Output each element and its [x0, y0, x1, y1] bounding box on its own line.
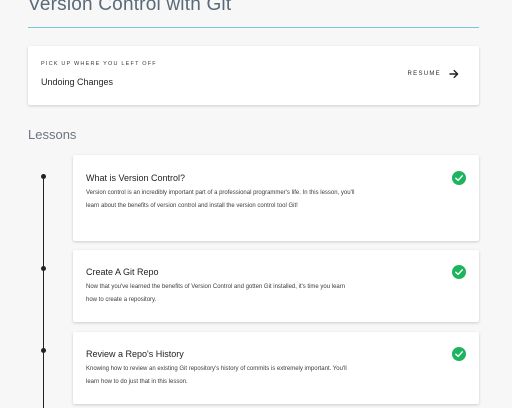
lesson-title: Create A Git Repo [86, 267, 159, 277]
check-circle-icon [452, 171, 466, 185]
lesson-card[interactable]: Create A Git Repo Now that you've learne… [73, 250, 479, 322]
lesson-title: Review a Repo's History [86, 349, 184, 359]
timeline-dot [41, 348, 46, 353]
timeline-line [43, 176, 44, 408]
lesson-description: Now that you've learned the benefits of … [86, 284, 346, 303]
timeline-dot [41, 174, 46, 179]
resume-button[interactable]: RESUME [408, 69, 459, 79]
resume-card: PICK UP WHERE YOU LEFT OFF Undoing Chang… [28, 46, 479, 105]
check-circle-icon [452, 265, 466, 279]
lesson-title: What is Version Control? [86, 173, 186, 183]
page-title: Version Control with Git [28, 0, 232, 15]
lesson-card[interactable]: Review a Repo's History Knowing how to r… [73, 332, 479, 404]
lesson-description: Version control is an incredibly importa… [86, 190, 355, 209]
resume-button-label: RESUME [407, 71, 441, 77]
title-divider [28, 27, 479, 28]
lesson-description: Knowing how to review an existing Git re… [86, 366, 347, 385]
lesson-card[interactable]: What is Version Control? Version control… [73, 155, 479, 241]
lessons-heading: Lessons [28, 127, 77, 142]
timeline-dot [41, 266, 46, 271]
course-page: Version Control with Git PICK UP WHERE Y… [0, 0, 512, 408]
resume-kicker: PICK UP WHERE YOU LEFT OFF [41, 61, 157, 67]
arrow-right-icon [449, 69, 459, 79]
resume-lesson-title: Undoing Changes [41, 77, 114, 87]
check-circle-icon [452, 347, 466, 361]
